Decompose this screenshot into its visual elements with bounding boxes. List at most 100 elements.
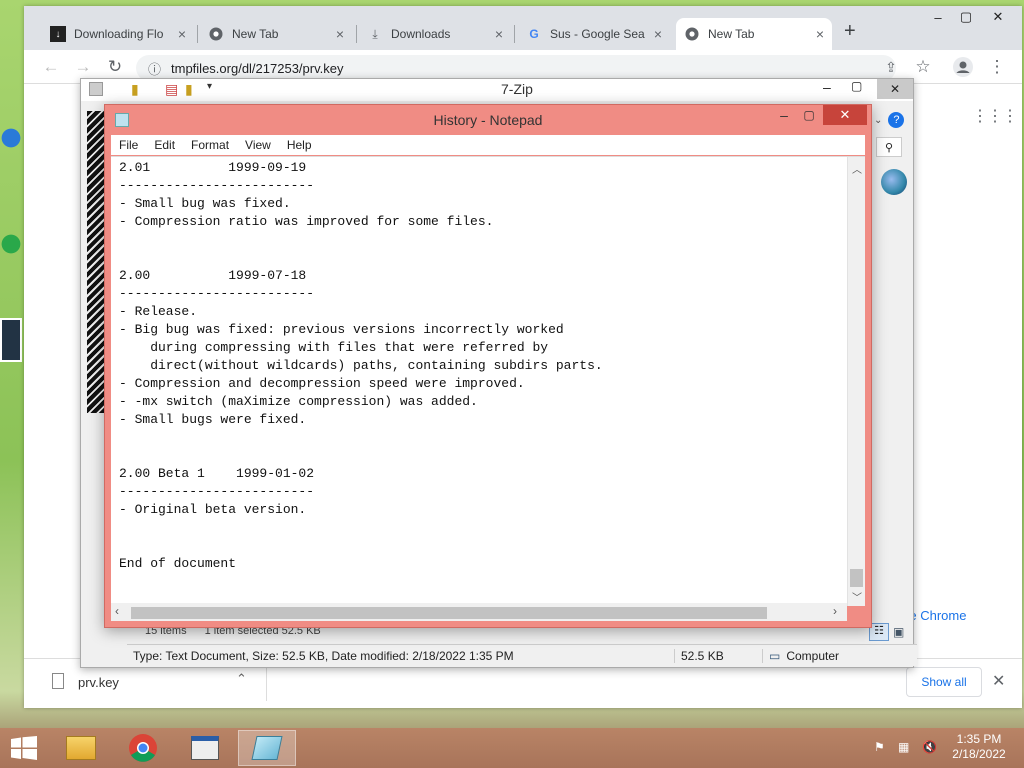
- chrome-icon: [208, 26, 224, 42]
- dropdown-icon[interactable]: ▾: [207, 81, 212, 92]
- text-line: - Release.: [119, 304, 198, 319]
- tab-strip: ↓ Downloading Flo × New Tab × ⤓ Download…: [24, 6, 1022, 50]
- folder-icon[interactable]: ▮: [131, 81, 139, 98]
- maximize-button[interactable]: ▢: [851, 79, 862, 93]
- folder-icon[interactable]: ▮: [185, 81, 193, 98]
- download-site-icon: ↓: [50, 26, 66, 42]
- close-window-button[interactable]: ✕: [984, 6, 1012, 28]
- notepad-title: History - Notepad: [433, 112, 543, 128]
- menu-edit[interactable]: Edit: [146, 138, 183, 152]
- network-icon[interactable]: ▦: [898, 740, 909, 754]
- text-line: - Big bug was fixed: previous versions i…: [119, 322, 564, 337]
- text-line: -------------------------: [119, 484, 315, 499]
- text-line: End of document: [119, 556, 237, 571]
- properties-icon[interactable]: ▤: [165, 81, 178, 98]
- details-view-icon[interactable]: ☷: [869, 623, 889, 641]
- text-line: [119, 429, 839, 447]
- text-line: [119, 249, 839, 267]
- taskbar-file-explorer[interactable]: [52, 730, 110, 766]
- download-icon: ⤓: [372, 26, 378, 41]
- vertical-scroll-thumb[interactable]: [850, 569, 863, 587]
- computer-label: Computer: [786, 648, 840, 663]
- menu-file[interactable]: File: [111, 138, 146, 152]
- taskbar-notepad[interactable]: [238, 730, 296, 766]
- close-tab-icon[interactable]: ×: [654, 26, 662, 42]
- text-line: 2.00 Beta 1 1999-01-02: [119, 466, 315, 481]
- forward-icon[interactable]: →: [72, 56, 94, 78]
- taskbar-7zip[interactable]: [176, 730, 234, 766]
- close-tab-icon[interactable]: ×: [495, 26, 503, 42]
- taskbar: ⚑ ▦ 🔇 1:35 PM 2/18/2022: [0, 728, 1024, 768]
- minimize-button[interactable]: –: [773, 105, 795, 125]
- show-all-button[interactable]: Show all: [906, 667, 982, 697]
- computer-icon: ▭: [769, 648, 781, 663]
- text-line: direct(without wildcards) paths, contain…: [119, 358, 603, 373]
- file-icon: [52, 673, 64, 689]
- globe-icon: [881, 169, 907, 195]
- start-button[interactable]: [0, 730, 48, 766]
- horizontal-scroll-thumb[interactable]: [131, 607, 767, 619]
- tab-google-search[interactable]: G Sus - Google Sea ×: [518, 18, 670, 50]
- help-icon[interactable]: ?: [888, 112, 905, 128]
- vertical-scrollbar[interactable]: ︿ ﹀: [847, 157, 865, 606]
- text-line: - Compression and decompression speed we…: [119, 376, 525, 391]
- text-line: [119, 519, 839, 537]
- chevron-up-icon[interactable]: ⌃: [236, 671, 247, 687]
- minimize-button[interactable]: –: [924, 6, 952, 28]
- notepad-menubar: File Edit Format View Help: [111, 135, 865, 155]
- desktop-icon[interactable]: [0, 318, 22, 362]
- desktop-icon[interactable]: [0, 118, 22, 158]
- menu-view[interactable]: View: [237, 138, 279, 152]
- chevron-down-icon[interactable]: ⌄: [874, 115, 882, 126]
- tab-new-tab-1[interactable]: New Tab ×: [200, 18, 352, 50]
- taskbar-chrome[interactable]: [114, 730, 172, 766]
- apps-grid-icon[interactable]: ⋮⋮⋮: [972, 106, 1018, 126]
- close-button[interactable]: ✕: [877, 79, 913, 99]
- bookmark-star-icon[interactable]: ☆: [912, 56, 934, 78]
- maximize-button[interactable]: ▢: [952, 6, 980, 28]
- notepad-text[interactable]: 2.01 1999-09-19 -------------------------…: [119, 159, 839, 599]
- menu-kebab-icon[interactable]: ⋮: [986, 56, 1008, 78]
- volume-muted-icon[interactable]: 🔇: [922, 740, 937, 754]
- close-tab-icon[interactable]: ×: [178, 26, 186, 42]
- text-line: [119, 447, 839, 465]
- 7zip-icon: [191, 736, 219, 760]
- profile-avatar-icon[interactable]: [952, 56, 974, 78]
- 7zip-app-icon: [89, 82, 103, 96]
- text-line: - Compression ratio was improved for som…: [119, 214, 494, 229]
- close-button[interactable]: ✕: [823, 105, 867, 125]
- search-icon[interactable]: ⚲: [876, 137, 902, 157]
- folder-icon: [66, 736, 96, 760]
- clock[interactable]: 1:35 PM 2/18/2022: [950, 732, 1008, 762]
- reload-icon[interactable]: ↻: [104, 56, 126, 78]
- close-tab-icon[interactable]: ×: [816, 26, 824, 42]
- tab-downloads[interactable]: ⤓ Downloads ×: [359, 18, 511, 50]
- maximize-button[interactable]: ▢: [797, 105, 821, 125]
- menu-format[interactable]: Format: [183, 138, 237, 152]
- minimize-button[interactable]: –: [823, 79, 831, 95]
- chrome-icon: [684, 26, 700, 42]
- menu-help[interactable]: Help: [279, 138, 320, 152]
- desktop-icon[interactable]: [0, 224, 22, 264]
- scroll-right-icon[interactable]: ›: [833, 604, 837, 618]
- text-line: -------------------------: [119, 286, 315, 301]
- tab-downloading[interactable]: ↓ Downloading Flo ×: [42, 18, 194, 50]
- close-download-bar-icon[interactable]: ✕: [992, 671, 1005, 691]
- list-view-icon[interactable]: ▣: [893, 625, 904, 639]
- action-center-flag-icon[interactable]: ⚑: [874, 740, 885, 754]
- back-icon[interactable]: ←: [40, 56, 62, 78]
- notepad-icon: [251, 736, 283, 760]
- share-icon[interactable]: ⇪: [880, 56, 902, 78]
- info-icon[interactable]: ⓘ: [148, 59, 161, 78]
- close-tab-icon[interactable]: ×: [336, 26, 344, 42]
- scroll-left-icon[interactable]: ‹: [115, 604, 119, 618]
- notepad-editor[interactable]: 2.01 1999-09-19 -------------------------…: [111, 156, 865, 606]
- download-filename[interactable]: prv.key: [78, 675, 119, 690]
- horizontal-scrollbar[interactable]: ‹ ›: [111, 603, 847, 621]
- new-tab-button[interactable]: +: [844, 20, 856, 43]
- scroll-down-icon[interactable]: ﹀: [852, 589, 862, 604]
- scroll-up-icon[interactable]: ︿: [852, 161, 862, 176]
- clock-time: 1:35 PM: [956, 732, 1002, 746]
- tab-new-tab-active[interactable]: New Tab ×: [676, 18, 832, 50]
- text-line: 2.01 1999-09-19: [119, 160, 307, 175]
